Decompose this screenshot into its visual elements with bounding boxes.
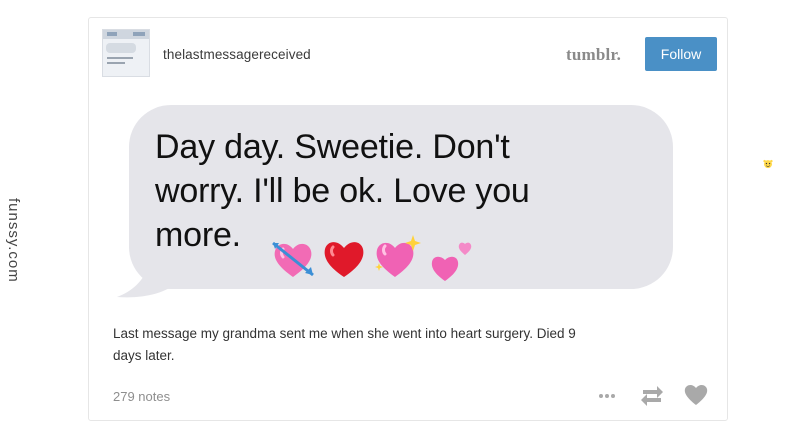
watermark-text: funssy.com <box>5 198 22 283</box>
notes-count[interactable]: 279 notes <box>113 389 170 404</box>
heart-with-arrow-icon <box>272 241 314 277</box>
reblog-icon[interactable] <box>639 384 665 408</box>
more-options-icon[interactable] <box>597 389 617 403</box>
message-line: worry. I'll be ok. Love you <box>155 172 530 210</box>
message-line-text: more. <box>155 216 241 254</box>
post-photo[interactable]: Day day. Sweetie. Don't worry. I'll be o… <box>89 95 727 311</box>
post-caption: Last message my grandma sent me when she… <box>113 323 703 367</box>
caption-line: days later. <box>113 348 175 363</box>
avatar-status-bar <box>103 30 149 39</box>
tumblr-logo[interactable]: tumblr. <box>566 45 621 65</box>
tumblr-post-card: thelastmessagereceived tumblr. Follow Da… <box>88 17 728 421</box>
avatar-bubble <box>106 43 136 53</box>
follow-button[interactable]: Follow <box>645 37 717 71</box>
like-heart-icon[interactable] <box>683 383 709 407</box>
sparkling-heart-icon <box>375 235 421 277</box>
two-hearts-icon <box>431 242 472 281</box>
page: thelastmessagereceived tumblr. Follow Da… <box>0 0 800 439</box>
blog-avatar[interactable] <box>102 29 150 77</box>
mascot-icon <box>763 159 773 169</box>
message-bubble: Day day. Sweetie. Don't worry. I'll be o… <box>129 105 673 289</box>
red-heart-icon <box>324 242 364 277</box>
blog-name-link[interactable]: thelastmessagereceived <box>163 47 311 62</box>
avatar-line <box>107 57 133 59</box>
caption-line: Last message my grandma sent me when she… <box>113 326 576 341</box>
message-line: Day day. Sweetie. Don't <box>155 128 510 166</box>
avatar-line <box>107 62 125 64</box>
